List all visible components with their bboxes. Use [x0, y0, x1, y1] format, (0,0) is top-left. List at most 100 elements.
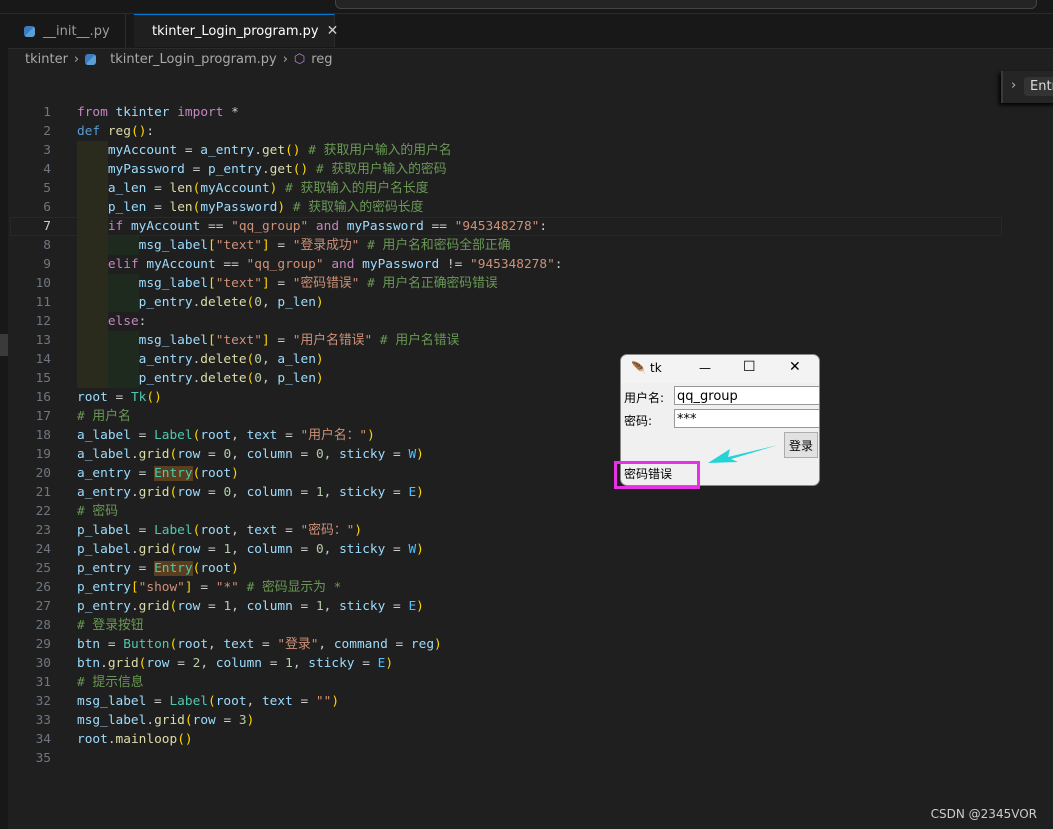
code-line[interactable]: 22 # 密码 [0, 502, 1000, 521]
code-text: msg_label = Label(root, text = "") [77, 694, 340, 709]
line-number: 4 [43, 162, 51, 177]
code-line[interactable]: 14 a_entry.delete(0, a_len) [0, 350, 1000, 369]
close-button[interactable]: ✕ [789, 359, 801, 375]
close-icon[interactable]: ✕ [327, 23, 339, 39]
password-label: 密码: [624, 414, 653, 428]
code-line[interactable]: 16 root = Tk() [0, 388, 1000, 407]
code-text: elif myAccount == "qq_group" and myPassw… [107, 257, 563, 272]
code-line[interactable]: 30 btn.grid(row = 2, column = 1, sticky =… [0, 654, 1000, 673]
line-number: 26 [35, 580, 51, 595]
code-line[interactable]: 8 msg_label["text"] = "登录成功" # 用户名和密码全部正… [0, 236, 1000, 255]
code-text: a_entry.delete(0, a_len) [138, 352, 324, 367]
code-text: # 提示信息 [77, 675, 144, 690]
breadcrumb: tkinter › tkinter_Login_program.py › ⬡ reg [25, 52, 333, 67]
code-text: a_entry = Entry(root) [77, 466, 239, 481]
code-line[interactable]: 19 a_label.grid(row = 0, column = 0, stic… [0, 445, 1000, 464]
code-line[interactable]: 25 p_entry = Entry(root) [0, 559, 1000, 578]
code-text: p_len = len(myPassword) # 获取输入的密码长度 [107, 200, 424, 215]
code-line[interactable]: 3 myAccount = a_entry.get() # 获取用户输入的用户名 [0, 141, 1000, 160]
line-number: 12 [35, 314, 51, 329]
password-entry[interactable]: *** [674, 409, 819, 428]
code-text: a_entry.grid(row = 0, column = 1, sticky… [77, 485, 424, 500]
line-number: 25 [35, 561, 51, 576]
code-text: # 密码 [77, 504, 119, 519]
code-line[interactable]: 33 msg_label.grid(row = 3) [0, 711, 1000, 730]
highlight-box [614, 461, 700, 489]
code-line[interactable]: 18 a_label = Label(root, text = "用户名：") [0, 426, 1000, 445]
code-line[interactable]: 5 a_len = len(myAccount) # 获取输入的用户名长度 [0, 179, 1000, 198]
code-text: p_entry["show"] = "*" # 密码显示为 * [77, 580, 342, 595]
line-number: 35 [35, 751, 51, 766]
line-number: 33 [35, 713, 51, 728]
line-number: 11 [35, 295, 51, 310]
login-button[interactable]: 登录 [784, 432, 818, 458]
line-number: 17 [35, 409, 51, 424]
breadcrumb-folder[interactable]: tkinter [25, 52, 68, 67]
code-line[interactable]: 2 def reg(): [0, 122, 1000, 141]
feather-icon: 🪶 [631, 361, 646, 375]
line-number: 15 [35, 371, 51, 386]
username-entry[interactable]: qq_group [674, 386, 819, 405]
username-label: 用户名: [624, 391, 665, 405]
code-line[interactable]: 31 # 提示信息 [0, 673, 1000, 692]
code-line[interactable]: 24 p_label.grid(row = 1, column = 0, stic… [0, 540, 1000, 559]
code-line[interactable]: 10 msg_label["text"] = "密码错误" # 用户名正确密码错… [0, 274, 1000, 293]
code-line[interactable]: 17 # 用户名 [0, 407, 1000, 426]
sticky-label: Entry [1024, 77, 1053, 96]
code-line[interactable]: 34 root.mainloop() [0, 730, 1000, 749]
maximize-button[interactable]: ☐ [743, 359, 756, 375]
tab-tkinter-login[interactable]: tkinter_Login_program.py ✕ [134, 14, 338, 47]
code-line[interactable]: 21 a_entry.grid(row = 0, column = 1, stic… [0, 483, 1000, 502]
line-number: 23 [35, 523, 51, 538]
code-text: p_label.grid(row = 1, column = 0, sticky… [77, 542, 424, 557]
chevron-right-icon: › [282, 52, 288, 67]
line-number: 28 [35, 618, 51, 633]
tab-label: tkinter_Login_program.py [152, 23, 319, 39]
breadcrumb-file[interactable]: tkinter_Login_program.py [110, 52, 277, 67]
tab-init[interactable]: __init__.py [8, 14, 126, 48]
code-text: p_entry.delete(0, p_len) [138, 371, 324, 386]
line-number: 18 [35, 428, 51, 443]
tab-label: __init__.py [43, 23, 110, 39]
code-text: a_len = len(myAccount) # 获取输入的用户名长度 [107, 181, 429, 196]
line-number: 24 [35, 542, 51, 557]
python-icon [24, 25, 35, 37]
tk-title: tk [650, 361, 662, 375]
line-number: 5 [43, 181, 51, 196]
line-number: 30 [35, 656, 51, 671]
code-line[interactable]: 35 [0, 749, 1000, 768]
code-text: a_label = Label(root, text = "用户名：") [77, 428, 375, 443]
code-line[interactable]: 28 # 登录按钮 [0, 616, 1000, 635]
code-line[interactable]: 1 from tkinter import * [0, 103, 1000, 122]
code-line[interactable]: 23 p_label = Label(root, text = "密码：") [0, 521, 1000, 540]
code-line[interactable]: 9 elif myAccount == "qq_group" and myPas… [0, 255, 1000, 274]
code-line[interactable]: 15 p_entry.delete(0, p_len) [0, 369, 1000, 388]
line-number: 3 [43, 143, 51, 158]
minimize-button[interactable]: — [699, 361, 711, 375]
breadcrumb-symbol[interactable]: reg [311, 52, 332, 67]
code-text: a_label.grid(row = 0, column = 0, sticky… [77, 447, 424, 462]
code-line[interactable]: 4 myPassword = p_entry.get() # 获取用户输入的密码 [0, 160, 1000, 179]
chevron-right-icon: › [73, 52, 80, 67]
code-text: # 登录按钮 [77, 618, 144, 633]
line-number: 16 [35, 390, 51, 405]
code-line[interactable]: 26 p_entry["show"] = "*" # 密码显示为 * [0, 578, 1000, 597]
code-line[interactable]: 13 msg_label["text"] = "用户名错误" # 用户名错误 [0, 331, 1000, 350]
code-line[interactable]: 6 p_len = len(myPassword) # 获取输入的密码长度 [0, 198, 1000, 217]
code-line[interactable]: 29 btn = Button(root, text = "登录", comman… [0, 635, 1000, 654]
sticky-scroll-widget[interactable]: › Entry [1001, 71, 1053, 103]
line-number: 19 [35, 447, 51, 462]
code-text: btn = Button(root, text = "登录", command … [77, 637, 442, 652]
code-text: btn.grid(row = 2, column = 1, sticky = E… [77, 656, 394, 671]
code-line[interactable]: 32 msg_label = Label(root, text = "") [0, 692, 1000, 711]
code-line[interactable]: 12 else: [0, 312, 1000, 331]
code-line[interactable]: 20 a_entry = Entry(root) [0, 464, 1000, 483]
code-text: root.mainloop() [77, 732, 193, 747]
code-line[interactable]: 11 p_entry.delete(0, p_len) [0, 293, 1000, 312]
line-number: 9 [43, 257, 51, 272]
line-number: 20 [35, 466, 51, 481]
code-text: p_entry = Entry(root) [77, 561, 239, 576]
command-center[interactable] [335, 0, 1037, 9]
code-line[interactable]: 27 p_entry.grid(row = 1, column = 1, stic… [0, 597, 1000, 616]
code-line[interactable]: 7 if myAccount == "qq_group" and myPassw… [0, 217, 1002, 236]
